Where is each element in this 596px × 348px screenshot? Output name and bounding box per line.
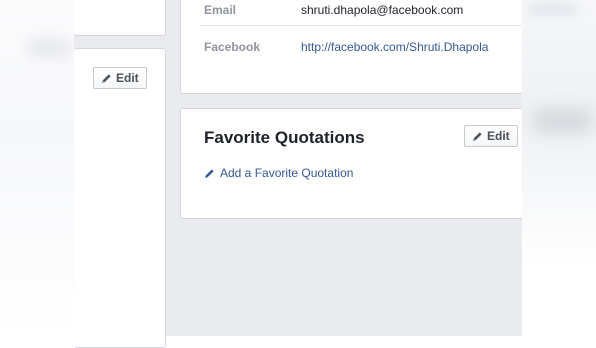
email-value: shruti.dhapola@facebook.com [301, 3, 464, 17]
blurred-left-margin [0, 0, 74, 336]
section-title: Favorite Quotations [204, 128, 365, 147]
left-top-card [74, 0, 166, 36]
facebook-profile-link[interactable]: http://facebook.com/Shruti.Dhapola [301, 40, 523, 54]
edit-label: Edit [116, 71, 139, 85]
pencil-icon [101, 73, 111, 83]
quotations-edit-button[interactable]: Edit [464, 125, 518, 147]
blurred-element [26, 38, 72, 58]
contact-info-card: Email shruti.dhapola@facebook.com Facebo… [180, 0, 522, 94]
facebook-label: Facebook [204, 40, 261, 54]
row-divider [200, 25, 522, 26]
profile-about-area: Edit Email shruti.dhapola@facebook.com F… [74, 0, 522, 348]
pencil-icon [472, 131, 482, 141]
left-edit-button[interactable]: Edit [93, 67, 147, 89]
edit-label: Edit [487, 129, 510, 143]
pencil-icon [204, 168, 214, 178]
email-label: Email [204, 3, 237, 17]
blurred-right-margin [522, 0, 596, 336]
blurred-element [528, 4, 578, 14]
left-section-card: Edit [74, 48, 166, 348]
favorite-quotations-card: Favorite Quotations Edit Add a Favorite … [180, 108, 522, 219]
add-favorite-quotation-link[interactable]: Add a Favorite Quotation [204, 166, 353, 180]
blurred-element [534, 108, 592, 134]
left-column: Edit [74, 0, 166, 348]
add-quotation-label: Add a Favorite Quotation [220, 166, 354, 180]
